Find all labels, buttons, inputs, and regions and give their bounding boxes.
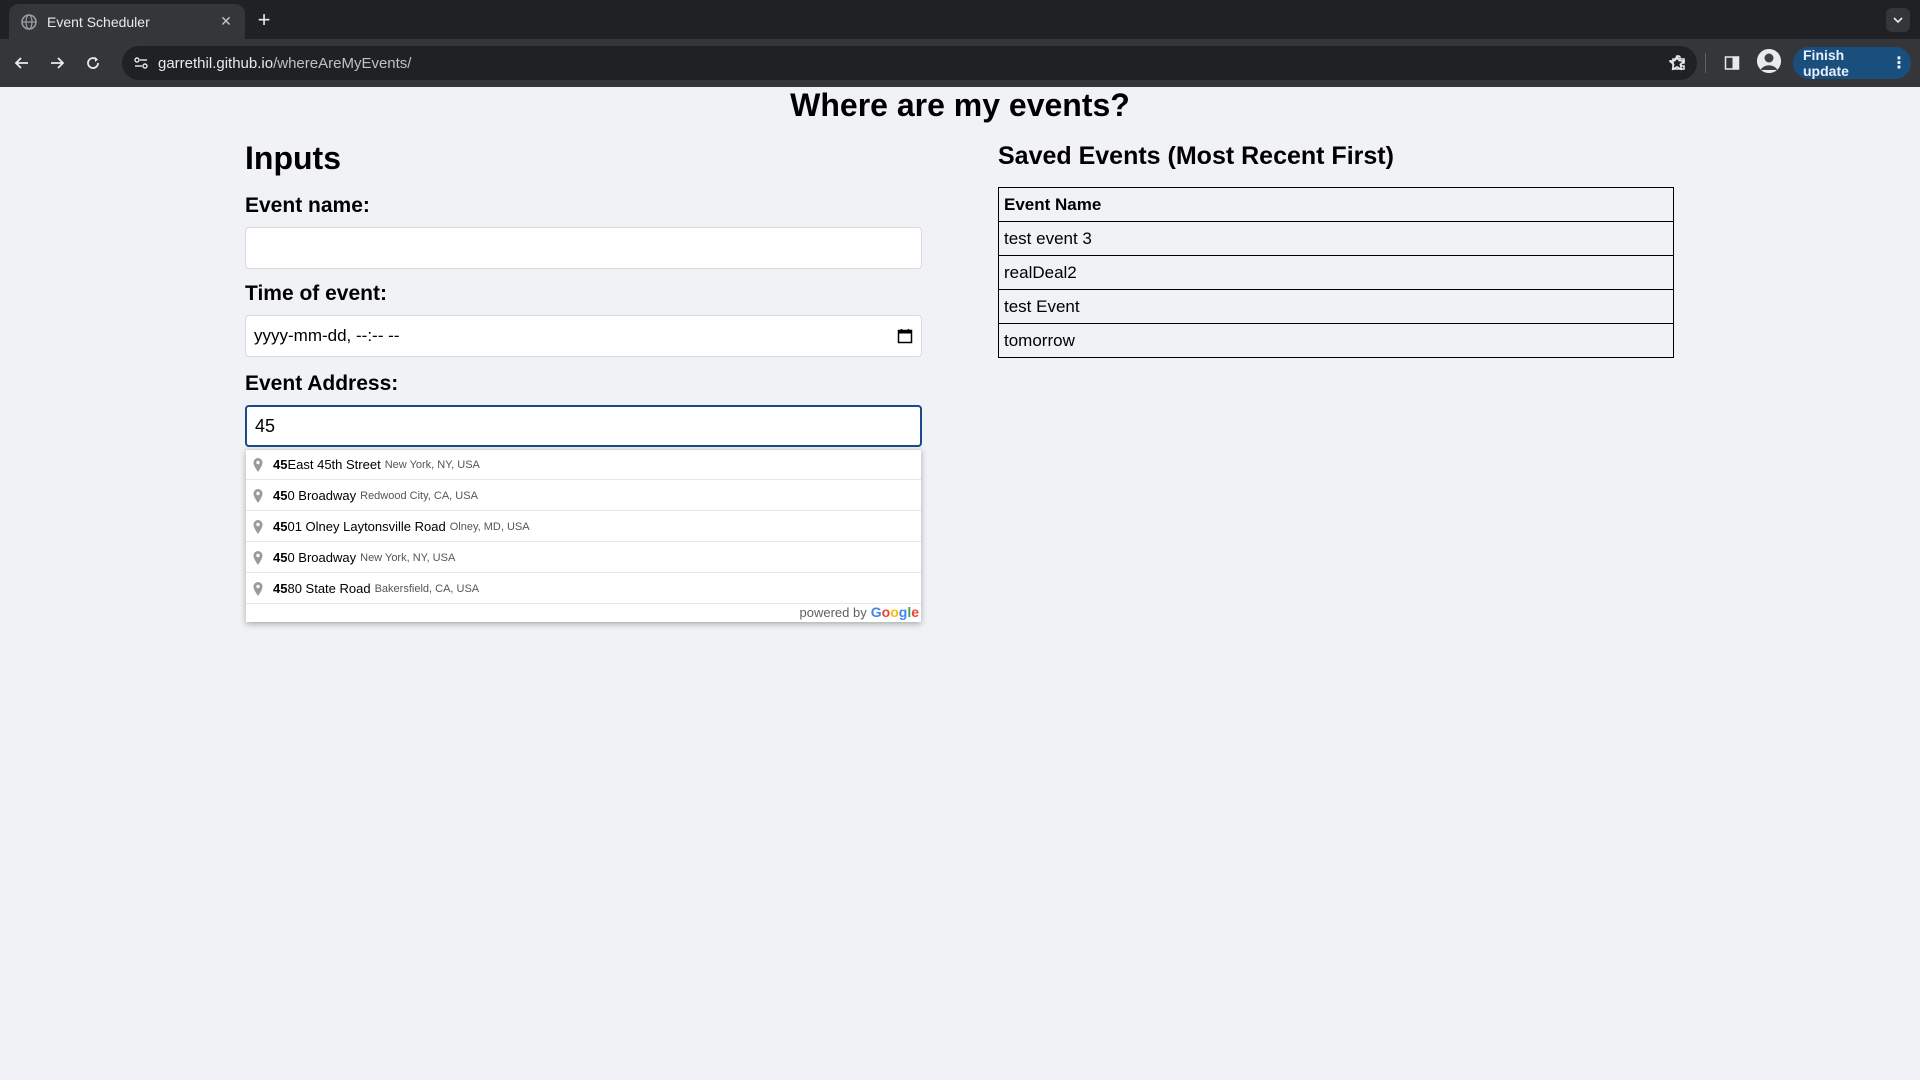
table-cell: tomorrow xyxy=(998,323,1674,358)
address-suggestions: 45 East 45th Street New York, NY, USA 45 0… xyxy=(246,449,921,622)
reload-icon[interactable] xyxy=(81,51,105,75)
time-of-event-label: Time of event: xyxy=(245,282,387,305)
suggestion-match: 45 xyxy=(273,519,288,534)
map-pin-icon xyxy=(252,488,266,504)
suggestion-item[interactable]: 45 0 Broadway Redwood City, CA, USA xyxy=(246,481,921,511)
event-name-input[interactable] xyxy=(245,227,922,269)
suggestion-main: 0 Broadway xyxy=(287,550,357,565)
avatar[interactable] xyxy=(1757,49,1781,73)
calendar-icon[interactable] xyxy=(897,328,913,344)
suggestion-secondary: New York, NY, USA xyxy=(360,551,456,564)
inputs-heading: Inputs xyxy=(245,140,341,176)
tab-event-scheduler[interactable]: Event Scheduler ✕ xyxy=(9,4,245,39)
suggestion-main: East 45th Street xyxy=(287,457,381,472)
browser-toolbar: garrethil.github.io/whereAreMyEvents/ Fi… xyxy=(0,39,1920,87)
suggestion-item[interactable]: 45 01 Olney Laytonsville Road Olney, MD, U… xyxy=(246,512,921,542)
tab-search-chevron-icon[interactable] xyxy=(1886,8,1910,32)
google-letter: o xyxy=(890,604,899,620)
table-row: tomorrow xyxy=(998,323,1674,358)
forward-icon[interactable] xyxy=(45,51,69,75)
table-cell: realDeal2 xyxy=(998,255,1674,290)
map-pin-icon xyxy=(252,519,266,535)
table-cell: test event 3 xyxy=(998,221,1674,256)
suggestion-secondary: Olney, MD, USA xyxy=(449,520,530,533)
google-letter: G xyxy=(870,604,882,620)
suggestion-secondary: Redwood City, CA, USA xyxy=(360,489,478,502)
tab-strip: Event Scheduler ✕ + xyxy=(0,0,1920,39)
kebab-menu-icon[interactable]: ⋮ xyxy=(1891,53,1907,73)
saved-events-heading: Saved Events (Most Recent First) xyxy=(998,142,1394,170)
table-row: test event 3 xyxy=(998,221,1674,256)
suggestion-item[interactable]: 45 East 45th Street New York, NY, USA xyxy=(246,450,921,480)
url-host: garrethil.github.io xyxy=(158,54,274,72)
powered-by-google: powered by Google xyxy=(800,604,919,620)
table-header-row: Event Name xyxy=(998,187,1674,222)
suggestion-match: 45 xyxy=(273,457,288,472)
address-bar[interactable]: garrethil.github.io/whereAreMyEvents/ xyxy=(122,46,1697,80)
google-letter: o xyxy=(881,604,891,620)
side-panel-icon[interactable] xyxy=(1720,51,1744,75)
event-address-value: 45 xyxy=(255,415,276,436)
column-header-event-name: Event Name xyxy=(998,187,1674,222)
suggestion-secondary: New York, NY, USA xyxy=(384,458,480,471)
google-letter: e xyxy=(911,604,919,620)
suggestion-match: 45 xyxy=(273,550,288,565)
finish-update-button[interactable]: Finish update ⋮ xyxy=(1793,47,1911,79)
tab-title: Event Scheduler xyxy=(47,13,150,30)
table-row: test Event xyxy=(998,289,1674,324)
map-pin-icon xyxy=(252,550,266,566)
url-path: /whereAreMyEvents/ xyxy=(273,54,412,72)
table-cell: test Event xyxy=(998,289,1674,324)
time-of-event-input[interactable]: yyyy-mm-dd, --:-- -- xyxy=(245,315,922,357)
finish-update-label: Finish update xyxy=(1803,47,1849,79)
event-address-label: Event Address: xyxy=(245,372,399,395)
saved-events-table: Event Name test event 3 realDeal2 test E… xyxy=(998,187,1674,358)
back-icon[interactable] xyxy=(10,51,34,75)
suggestion-item[interactable]: 45 0 Broadway New York, NY, USA xyxy=(246,543,921,573)
map-pin-icon xyxy=(252,581,266,597)
powered-by-text: powered by xyxy=(799,605,867,620)
page-title: Where are my events? xyxy=(790,87,1130,123)
plus-icon[interactable]: + xyxy=(252,8,276,32)
google-logo: Google xyxy=(871,604,919,620)
event-address-input[interactable]: 45 xyxy=(245,405,922,447)
suggestion-main: 80 State Road xyxy=(287,581,371,596)
map-pin-icon xyxy=(252,457,266,473)
globe-icon xyxy=(21,13,37,30)
site-info-icon[interactable] xyxy=(126,48,156,78)
event-name-label: Event name: xyxy=(245,194,370,217)
page-viewport: Where are my events? Inputs Event name: … xyxy=(0,87,1920,1080)
suggestion-secondary: Bakersfield, CA, USA xyxy=(374,582,480,595)
suggestion-main: 0 Broadway xyxy=(287,488,357,503)
close-icon[interactable]: ✕ xyxy=(217,13,235,30)
suggestion-match: 45 xyxy=(273,488,288,503)
toolbar-divider xyxy=(1705,53,1706,73)
table-row: realDeal2 xyxy=(998,255,1674,290)
suggestion-main: 01 Olney Laytonsville Road xyxy=(287,519,446,534)
datetime-placeholder: yyyy-mm-dd, --:-- -- xyxy=(254,326,400,345)
suggestion-item[interactable]: 45 80 State Road Bakersfield, CA, USA xyxy=(246,574,921,604)
url-text: garrethil.github.io/whereAreMyEvents/ xyxy=(158,55,411,72)
suggestion-match: 45 xyxy=(273,581,288,596)
extensions-icon[interactable] xyxy=(1667,51,1691,75)
